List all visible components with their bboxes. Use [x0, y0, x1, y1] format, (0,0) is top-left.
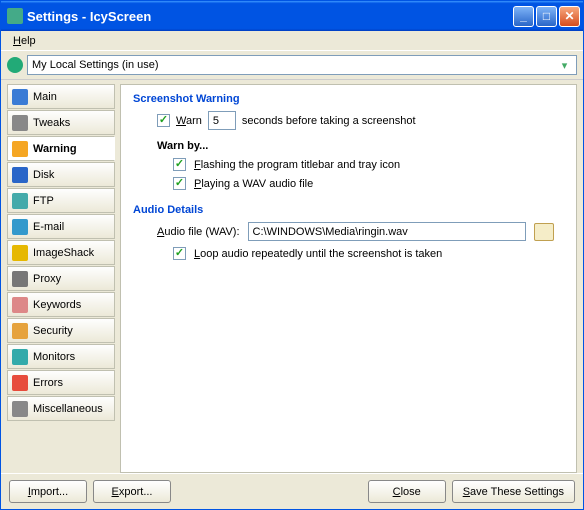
flash-label: Flashing the program titlebar and tray i… — [194, 159, 400, 171]
miscellaneous-icon — [12, 401, 28, 417]
sidebar-item-label: Errors — [33, 377, 63, 389]
sidebar-item-label: Proxy — [33, 273, 61, 285]
sidebar-item-label: ImageShack — [33, 247, 94, 259]
monitors-icon — [12, 349, 28, 365]
imageshack-icon — [12, 245, 28, 261]
wav-label: Playing a WAV audio file — [194, 178, 313, 190]
loop-label: Loop audio repeatedly until the screensh… — [194, 248, 442, 260]
profile-icon — [7, 57, 23, 73]
section-audio-details: Audio Details — [133, 204, 564, 216]
sidebar-item-label: FTP — [33, 195, 54, 207]
close-window-button[interactable]: ✕ — [559, 6, 580, 27]
loop-checkbox[interactable]: ✓ — [173, 247, 186, 260]
help-menu[interactable]: Help — [7, 33, 42, 49]
e-mail-icon — [12, 219, 28, 235]
sidebar-item-label: Monitors — [33, 351, 75, 363]
menubar: Help — [1, 31, 583, 51]
warn-seconds-input[interactable] — [208, 111, 236, 130]
close-button[interactable]: Close — [368, 480, 446, 503]
proxy-icon — [12, 271, 28, 287]
profile-label: My Local Settings (in use) — [32, 59, 159, 71]
sidebar-item-label: Warning — [33, 143, 77, 155]
warn-by-title: Warn by... — [157, 140, 564, 152]
bottom-bar: Import... Export... Close Save These Set… — [1, 473, 583, 509]
warn-label: Warn — [176, 115, 202, 127]
sidebar-item-disk[interactable]: Disk — [7, 162, 115, 187]
window-title: Settings - IcyScreen — [27, 9, 513, 24]
sidebar-item-label: Miscellaneous — [33, 403, 103, 415]
main-icon — [12, 89, 28, 105]
sidebar-item-imageshack[interactable]: ImageShack — [7, 240, 115, 265]
warn-suffix: seconds before taking a screenshot — [242, 115, 416, 127]
sidebar-item-label: Keywords — [33, 299, 81, 311]
export-button[interactable]: Export... — [93, 480, 171, 503]
sidebar-item-label: Tweaks — [33, 117, 70, 129]
audio-file-input[interactable] — [248, 222, 526, 241]
section-screenshot-warning: Screenshot Warning — [133, 93, 564, 105]
titlebar[interactable]: Settings - IcyScreen _ □ ✕ — [1, 1, 583, 31]
sidebar-item-keywords[interactable]: Keywords — [7, 292, 115, 317]
profile-dropdown[interactable]: My Local Settings (in use) ▾ — [27, 55, 577, 75]
errors-icon — [12, 375, 28, 391]
warn-checkbox[interactable]: ✓ — [157, 114, 170, 127]
sidebar: Main Tweaks Warning Disk FTP E-mail ImageShack… — [7, 84, 115, 473]
sidebar-item-security[interactable]: Security — [7, 318, 115, 343]
sidebar-item-proxy[interactable]: Proxy — [7, 266, 115, 291]
settings-window: Settings - IcyScreen _ □ ✕ Help My Local… — [0, 0, 584, 510]
import-button[interactable]: Import... — [9, 480, 87, 503]
sidebar-item-label: Main — [33, 91, 57, 103]
sidebar-item-warning[interactable]: Warning — [7, 136, 115, 161]
sidebar-item-e-mail[interactable]: E-mail — [7, 214, 115, 239]
security-icon — [12, 323, 28, 339]
sidebar-item-label: Security — [33, 325, 73, 337]
keywords-icon — [12, 297, 28, 313]
sidebar-item-label: E-mail — [33, 221, 64, 233]
wav-checkbox[interactable]: ✓ — [173, 177, 186, 190]
save-settings-button[interactable]: Save These Settings — [452, 480, 575, 503]
audio-file-label: Audio file (WAV): — [157, 226, 240, 238]
maximize-button[interactable]: □ — [536, 6, 557, 27]
sidebar-item-monitors[interactable]: Monitors — [7, 344, 115, 369]
chevron-down-icon: ▾ — [557, 59, 572, 72]
app-icon — [7, 8, 23, 24]
tweaks-icon — [12, 115, 28, 131]
content-panel: Screenshot Warning ✓ Warn seconds before… — [120, 84, 577, 473]
sidebar-item-label: Disk — [33, 169, 54, 181]
disk-icon — [12, 167, 28, 183]
sidebar-item-errors[interactable]: Errors — [7, 370, 115, 395]
flash-checkbox[interactable]: ✓ — [173, 158, 186, 171]
warning-icon — [12, 141, 28, 157]
sidebar-item-ftp[interactable]: FTP — [7, 188, 115, 213]
browse-button[interactable] — [534, 223, 554, 241]
sidebar-item-miscellaneous[interactable]: Miscellaneous — [7, 396, 115, 421]
sidebar-item-tweaks[interactable]: Tweaks — [7, 110, 115, 135]
minimize-button[interactable]: _ — [513, 6, 534, 27]
ftp-icon — [12, 193, 28, 209]
profile-row: My Local Settings (in use) ▾ — [1, 51, 583, 80]
sidebar-item-main[interactable]: Main — [7, 84, 115, 109]
